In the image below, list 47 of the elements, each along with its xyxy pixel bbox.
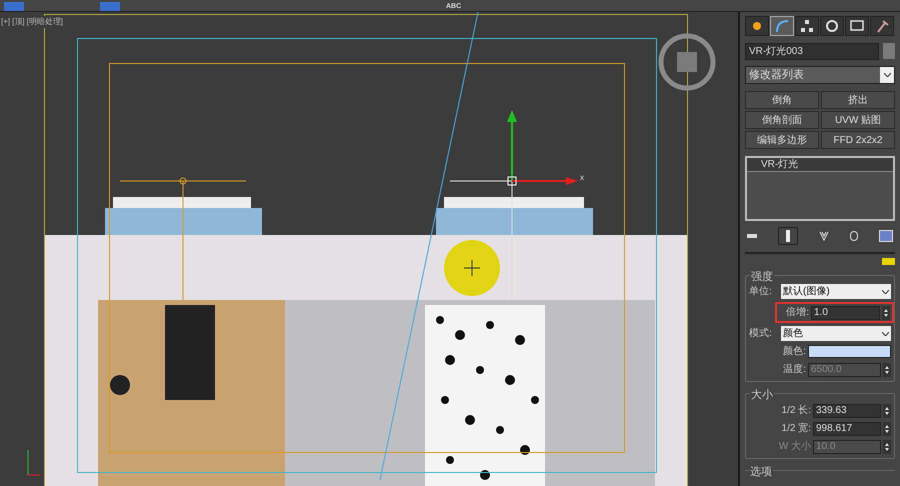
panel-tab[interactable] [795, 16, 819, 36]
unit-dropdown[interactable]: 默认(图像) [781, 284, 891, 299]
field-label: 温度: [782, 362, 806, 377]
modifier-button[interactable]: 挤出 [821, 91, 895, 109]
color-swatch[interactable] [808, 345, 891, 358]
stack-item[interactable]: VR-灯光 [747, 158, 893, 172]
modifier-button[interactable]: FFD 2x2x2 [821, 131, 895, 149]
curve-icon [774, 18, 790, 34]
axis-label: x [580, 172, 584, 184]
modifier-button[interactable]: UVW 贴图 [821, 111, 895, 129]
field-label: 模式: [749, 326, 773, 341]
field-label: 倍增: [785, 306, 809, 320]
field-label: W 大小 [778, 440, 811, 454]
monitor-icon [849, 18, 865, 34]
object-name-field[interactable]: VR-灯光003 [745, 43, 879, 60]
panel-tab[interactable] [745, 16, 769, 36]
hierarchy-icon [799, 18, 815, 34]
modifier-button[interactable]: 编辑多边形 [745, 131, 819, 149]
field-label: 1/2 长: [780, 404, 811, 418]
configure-sets-icon[interactable] [879, 230, 893, 242]
modifier-button[interactable]: 倒角剖面 [745, 111, 819, 129]
modifier-button[interactable]: 倒角 [745, 91, 819, 109]
spinner-icon[interactable] [883, 440, 891, 454]
panel-tab[interactable] [820, 16, 844, 36]
show-end-result-icon[interactable] [778, 227, 798, 245]
field-label: 单位: [749, 285, 773, 299]
make-unique-icon[interactable] [819, 231, 829, 241]
spinner-icon[interactable] [883, 422, 891, 436]
viewport-menu-label[interactable]: [顶] [11, 16, 26, 28]
panel-tab[interactable] [845, 16, 869, 36]
spinner-icon[interactable] [883, 404, 891, 418]
viewport-menu-label[interactable]: [明暗处理] [26, 16, 64, 28]
multiplier-field[interactable]: 1.0 [811, 306, 880, 320]
mode-dropdown[interactable]: 颜色 [781, 326, 891, 341]
spinner-icon[interactable] [883, 362, 891, 376]
spinner-icon[interactable] [882, 306, 890, 320]
viewport-menu-label[interactable]: [+] [0, 16, 12, 28]
panel-tab[interactable] [870, 16, 894, 36]
field-label: 颜色: [782, 344, 806, 359]
size-field[interactable]: 998.617 [813, 422, 881, 436]
remove-modifier-icon[interactable] [850, 231, 858, 241]
motion-icon [824, 18, 840, 34]
size-field[interactable]: 339.63 [813, 404, 881, 418]
object-color-swatch[interactable] [883, 43, 895, 59]
modifier-list-dropdown[interactable]: 修改器列表 [745, 66, 895, 84]
color-swatch[interactable] [882, 258, 895, 265]
field-label: 1/2 宽: [780, 422, 811, 436]
